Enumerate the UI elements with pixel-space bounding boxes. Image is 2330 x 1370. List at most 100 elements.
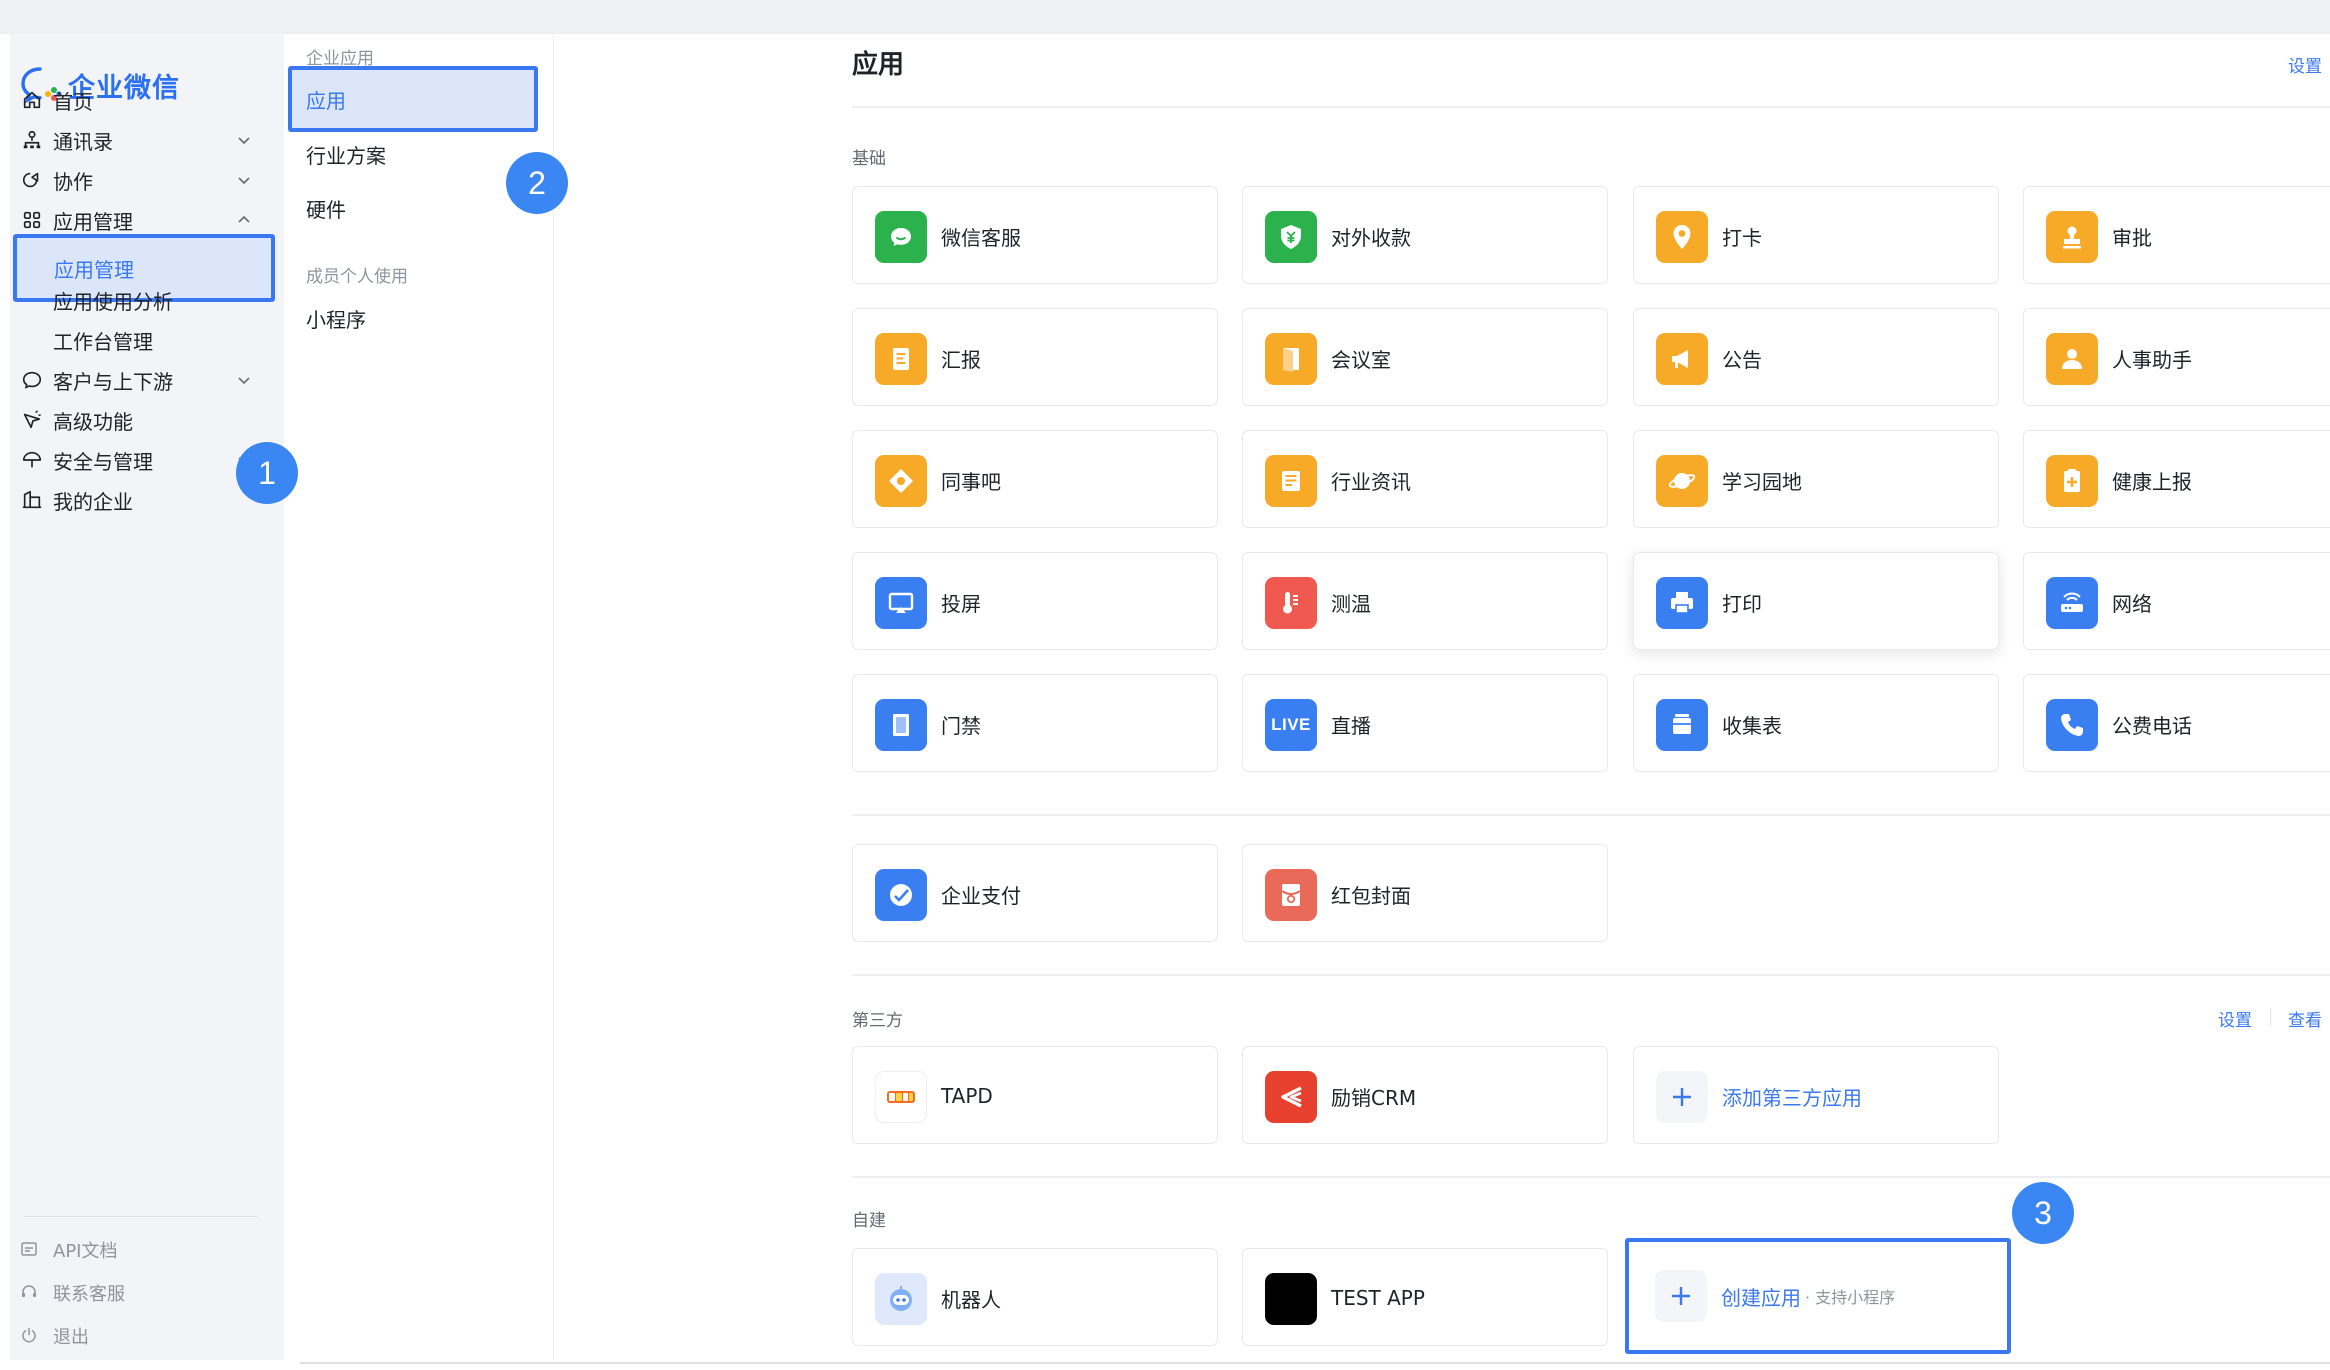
section-divider — [852, 974, 2330, 976]
app-card-tapd[interactable]: TAPD — [852, 1046, 1218, 1144]
app-card[interactable]: 打卡 — [1633, 186, 1999, 284]
app-name: 对外收款 — [1331, 225, 1411, 250]
door-icon — [1265, 333, 1317, 385]
subnav-item-label: 硬件 — [306, 197, 346, 222]
app-card[interactable]: 对外收款 — [1242, 186, 1608, 284]
sidebar-divider — [24, 1216, 258, 1217]
subnav-item-label: 应用 — [306, 88, 346, 113]
corp-pay-icon — [875, 869, 927, 921]
app-card[interactable]: 红包封面 — [1242, 844, 1608, 942]
section-divider — [852, 1176, 2330, 1178]
create-app-note: · 支持小程序 — [1805, 1288, 1896, 1307]
app-card[interactable]: 公费电话 — [2023, 674, 2330, 772]
report-icon — [875, 333, 927, 385]
app-name: 公费电话 — [2112, 713, 2192, 738]
screen-cast-icon — [875, 577, 927, 629]
app-name: 投屏 — [941, 591, 981, 616]
thermometer-icon — [1265, 577, 1317, 629]
app-card[interactable]: 行业资讯 — [1242, 430, 1608, 528]
subnav-item-label: 行业方案 — [306, 143, 386, 168]
app-card[interactable]: 测温 — [1242, 552, 1608, 650]
app-name: 微信客服 — [941, 225, 1021, 250]
app-card[interactable]: 汇报 — [852, 308, 1218, 406]
app-card[interactable]: 打印 — [1633, 552, 1999, 650]
app-name: 行业资讯 — [1331, 469, 1411, 494]
app-name: 会议室 — [1331, 347, 1391, 372]
app-name: 企业支付 — [941, 883, 1021, 908]
app-name: 测温 — [1331, 591, 1371, 616]
app-card[interactable]: 审批 — [2023, 186, 2330, 284]
sidebar-footer-contact-support[interactable]: 联系客服 — [10, 1273, 284, 1313]
app-card[interactable]: 人事助手 — [2023, 308, 2330, 406]
sidebar: 企业微信 首页 通讯录 协作 应用管理 应用管理 应用使用分析 工作台管理 客户… — [10, 34, 284, 1360]
black-square-icon — [1265, 1273, 1317, 1325]
app-name: 汇报 — [941, 347, 981, 372]
megaphone-icon — [1656, 333, 1708, 385]
plus-icon — [1655, 1270, 1707, 1322]
app-card[interactable]: 同事吧 — [852, 430, 1218, 528]
add-third-party-app-button[interactable]: 添加第三方应用 — [1633, 1046, 1999, 1144]
app-name: 门禁 — [941, 713, 981, 738]
app-name: TAPD — [941, 1084, 993, 1108]
org-chart-icon — [20, 128, 44, 152]
app-card-crm[interactable]: 励销CRM — [1242, 1046, 1608, 1144]
app-card[interactable]: 网络 — [2023, 552, 2330, 650]
plus-icon — [1656, 1071, 1708, 1123]
stamp-icon — [2046, 211, 2098, 263]
robot-icon — [875, 1273, 927, 1325]
wechat-service-icon — [875, 211, 927, 263]
tapd-logo-icon — [875, 1071, 927, 1123]
top-strip — [0, 0, 2330, 34]
app-card[interactable]: 健康上报 — [2023, 430, 2330, 528]
payment-shield-icon — [1265, 211, 1317, 263]
form-icon — [1656, 699, 1708, 751]
third-party-view-link[interactable]: 查看 — [2288, 1006, 2322, 1031]
app-card[interactable]: 门禁 — [852, 674, 1218, 772]
app-card[interactable]: 微信客服 — [852, 186, 1218, 284]
subnav-item-mini-program[interactable]: 小程序 — [284, 290, 554, 346]
app-card-test-app[interactable]: TEST APP — [1242, 1248, 1608, 1346]
red-envelope-icon — [1265, 869, 1317, 921]
chevron-up-icon — [234, 210, 254, 230]
umbrella-icon — [20, 448, 44, 472]
sidebar-footer-api-docs[interactable]: API文档 — [10, 1230, 284, 1270]
app-card-robot[interactable]: 机器人 — [852, 1248, 1218, 1346]
app-name: 同事吧 — [941, 469, 1001, 494]
sidebar-item-label: 安全与管理 — [53, 449, 153, 474]
app-name: 打印 — [1722, 591, 1762, 616]
app-card[interactable]: 企业支付 — [852, 844, 1218, 942]
live-icon: LIVE — [1265, 699, 1317, 751]
sidebar-footer-label: 退出 — [53, 1327, 89, 1348]
app-card[interactable]: 收集表 — [1633, 674, 1999, 772]
chevron-down-icon — [234, 130, 254, 150]
create-app-button[interactable]: 创建应用 · 支持小程序 — [1625, 1238, 2011, 1354]
subnav-item-apps[interactable]: 应用 — [288, 66, 538, 132]
sub-navigation: 企业应用 应用 行业方案 硬件 成员个人使用 小程序 — [284, 34, 554, 1360]
printer-icon — [1656, 577, 1708, 629]
app-card[interactable]: 投屏 — [852, 552, 1218, 650]
live-badge-text: LIVE — [1271, 715, 1311, 734]
sidebar-footer-logout[interactable]: 退出 — [10, 1316, 284, 1356]
phone-icon — [2046, 699, 2098, 751]
sidebar-footer-label: 联系客服 — [53, 1284, 125, 1305]
sidebar-subitem-label: 工作台管理 — [53, 329, 153, 354]
sidebar-subitem-label: 应用使用分析 — [53, 289, 173, 314]
collaboration-icon — [20, 168, 44, 192]
app-name: TEST APP — [1331, 1286, 1425, 1310]
title-divider — [852, 106, 2330, 108]
third-party-settings-link[interactable]: 设置 — [2218, 1006, 2252, 1031]
router-icon — [2046, 577, 2098, 629]
app-card[interactable]: 公告 — [1633, 308, 1999, 406]
subnav-item-label: 小程序 — [306, 307, 366, 332]
sidebar-item-label: 通讯录 — [53, 129, 113, 154]
app-name: 审批 — [2112, 225, 2152, 250]
app-card[interactable]: 学习园地 — [1633, 430, 1999, 528]
app-name: 收集表 — [1722, 713, 1782, 738]
chevron-down-icon — [234, 170, 254, 190]
app-card[interactable]: 会议室 — [1242, 308, 1608, 406]
app-name: 打卡 — [1722, 225, 1762, 250]
app-card[interactable]: LIVE 直播 — [1242, 674, 1608, 772]
app-name: 健康上报 — [2112, 469, 2192, 494]
sidebar-item-label: 高级功能 — [53, 409, 133, 434]
settings-link[interactable]: 设置 — [2288, 52, 2322, 77]
